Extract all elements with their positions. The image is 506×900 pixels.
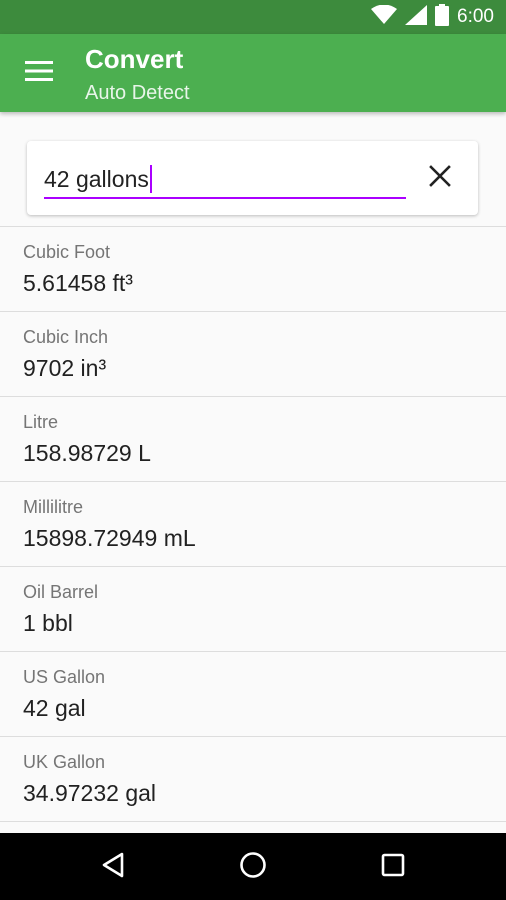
search-input[interactable]: 42 gallons: [44, 163, 404, 195]
result-unit-label: Oil Barrel: [23, 582, 99, 602]
text-cursor: [149, 165, 152, 193]
search-underline: [44, 197, 406, 199]
result-row-oil-barrel[interactable]: Oil Barrel 1 bbl: [0, 567, 506, 652]
back-button[interactable]: [95, 849, 131, 885]
result-row-litre[interactable]: Litre 158.98729 L: [0, 397, 506, 482]
result-unit-label: US Gallon: [23, 667, 106, 687]
result-row-us-gallon[interactable]: US Gallon 42 gal: [0, 652, 506, 737]
app-subtitle: Auto Detect: [85, 82, 190, 104]
result-row-cubic-inch[interactable]: Cubic Inch 9702 in³: [0, 312, 506, 397]
app-title: Convert: [85, 44, 184, 74]
status-time: 6:00: [457, 6, 494, 27]
status-icons: 6:00: [371, 0, 494, 34]
result-row-uk-gallon[interactable]: UK Gallon 34.97232 gal: [0, 737, 506, 822]
home-icon: [239, 851, 267, 884]
result-unit-label: Litre: [23, 412, 59, 432]
result-value: 9702 in³: [23, 355, 107, 381]
result-value: 1 bbl: [23, 610, 73, 636]
recents-icon: [381, 853, 405, 882]
menu-icon: [25, 60, 53, 86]
search-input-text: 42 gallons: [44, 165, 149, 192]
menu-button[interactable]: [18, 57, 60, 89]
back-icon: [101, 852, 125, 883]
result-unit-label: Millilitre: [23, 497, 83, 517]
app-bar: Convert Auto Detect: [0, 34, 506, 112]
result-row-millilitre[interactable]: Millilitre 15898.72949 mL: [0, 482, 506, 567]
battery-icon: [435, 3, 450, 31]
navigation-bar: [0, 833, 506, 900]
recents-button[interactable]: [375, 849, 411, 885]
result-value: 42 gal: [23, 695, 86, 721]
clear-button[interactable]: [423, 161, 457, 195]
result-unit-label: UK Gallon: [23, 752, 106, 772]
wifi-icon: [371, 4, 398, 30]
status-bar: 6:00: [0, 0, 506, 34]
signal-icon: [405, 4, 428, 30]
result-unit-label: Cubic Inch: [23, 327, 109, 347]
result-value: 34.97232 gal: [23, 780, 157, 806]
search-card: 42 gallons: [27, 141, 478, 215]
result-unit-label: Cubic Foot: [23, 242, 111, 262]
close-icon: [429, 164, 451, 192]
result-row-cubic-foot[interactable]: Cubic Foot 5.61458 ft³: [0, 227, 506, 312]
result-value: 5.61458 ft³: [23, 270, 133, 296]
results-list: Cubic Foot 5.61458 ft³ Cubic Inch 9702 i…: [0, 226, 506, 822]
home-button[interactable]: [235, 849, 271, 885]
result-value: 158.98729 L: [23, 440, 151, 466]
result-value: 15898.72949 mL: [23, 525, 196, 551]
